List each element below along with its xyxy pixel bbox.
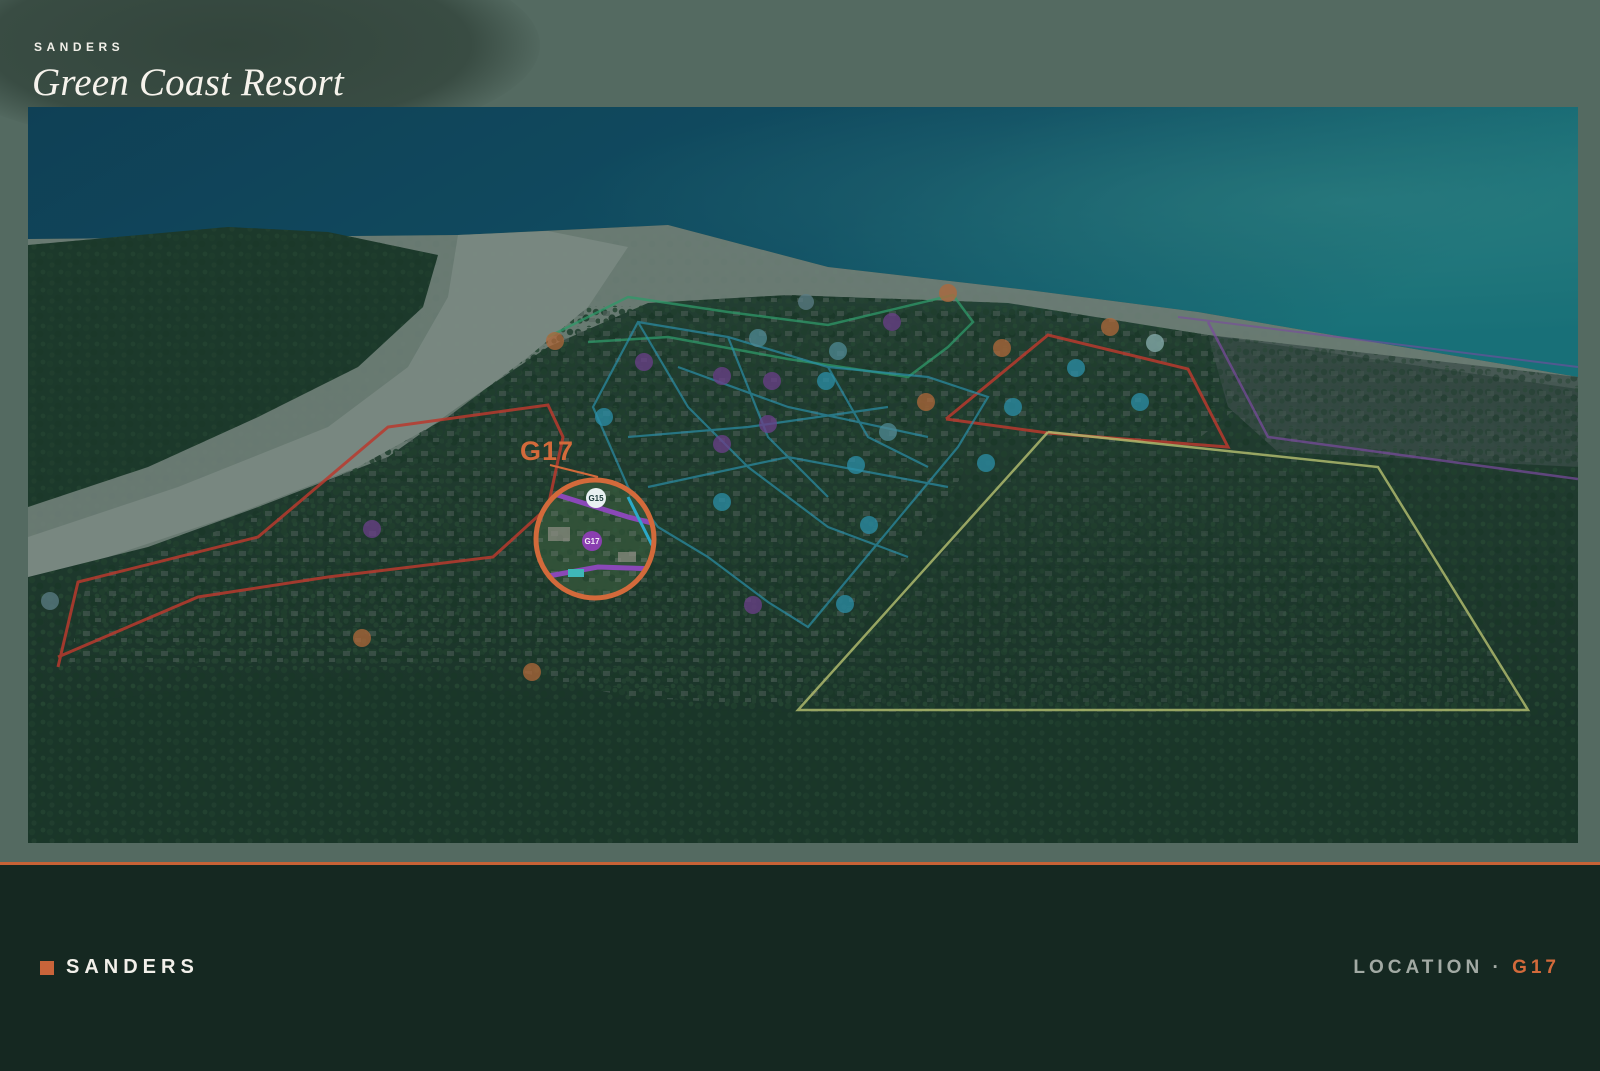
g17-map-label: G17 xyxy=(520,436,574,466)
location-label: LOCATION xyxy=(1353,957,1484,978)
location-code: G17 xyxy=(1512,957,1560,978)
inset-label-g17: G17 xyxy=(584,537,600,546)
location-separator: · xyxy=(1492,957,1503,978)
footer-brand: SANDERS xyxy=(66,956,199,978)
brand-square-icon xyxy=(40,961,54,975)
header-brand: SANDERS xyxy=(34,40,125,54)
footer-location: LOCATION · G17 xyxy=(1353,957,1560,979)
page-title: Green Coast Resort xyxy=(32,61,344,104)
aerial-site-map[interactable]: G15 G17 G17 xyxy=(28,107,1578,843)
site-map-svg: G15 G17 G17 xyxy=(28,107,1578,843)
inset-label-g15: G15 xyxy=(588,494,604,503)
